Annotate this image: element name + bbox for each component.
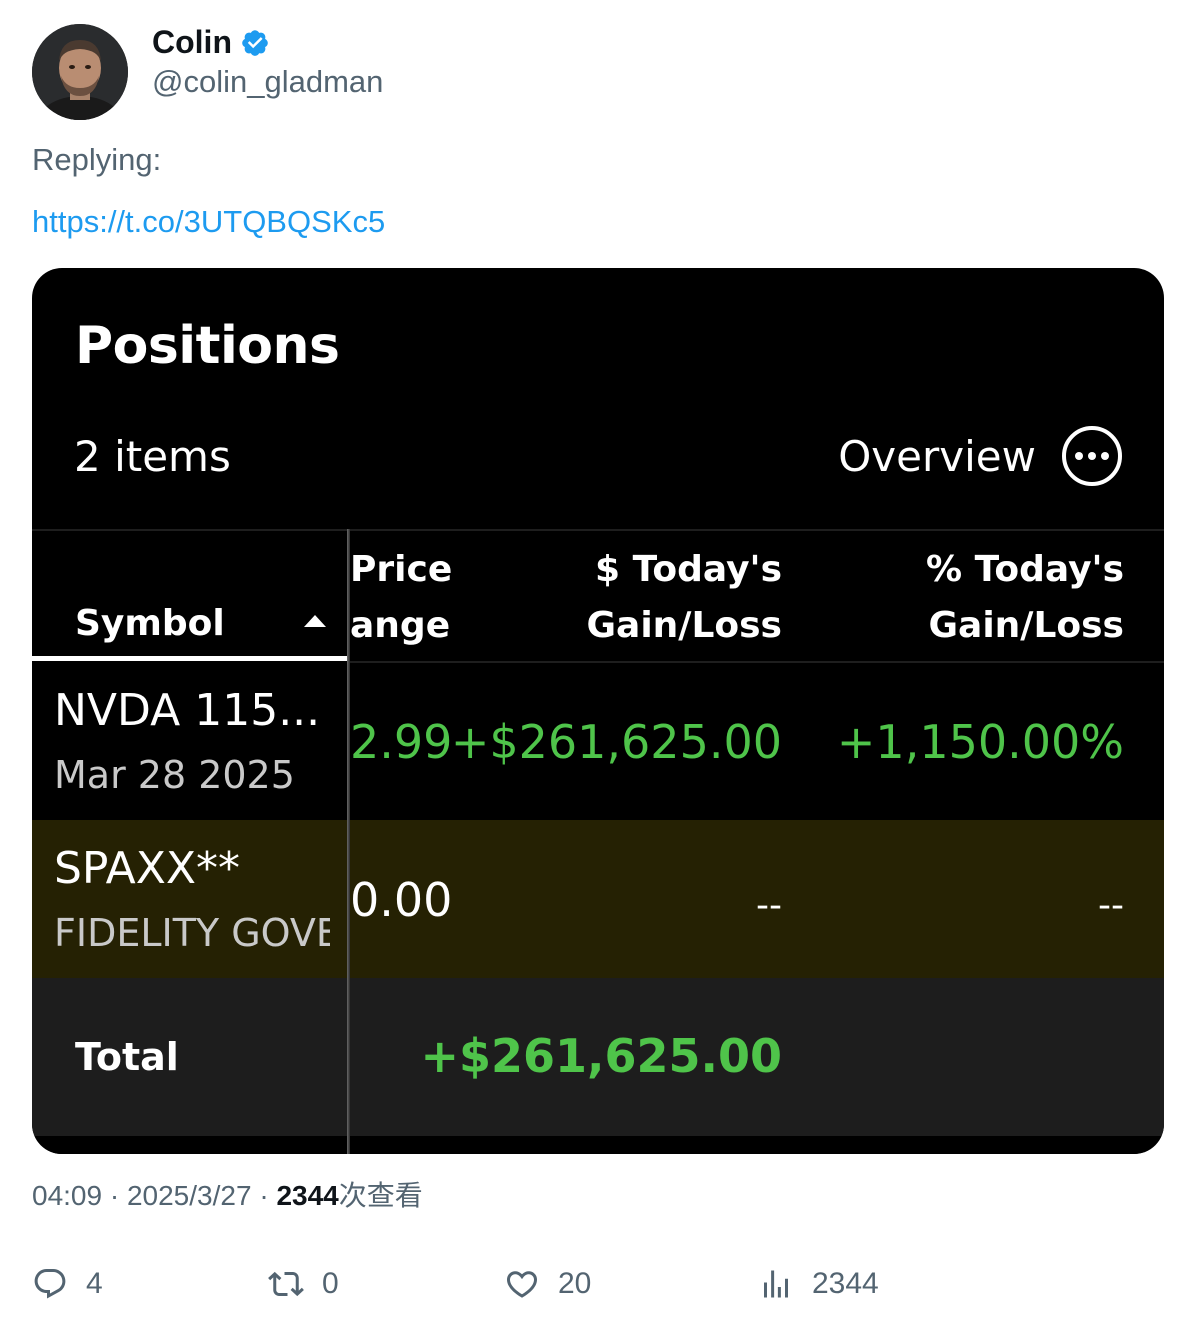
tweet-action-bar: 4 0 20 2344: [32, 1262, 1164, 1306]
tweet-media-image[interactable]: Positions 2 items Overview Symbol Price …: [32, 268, 1164, 1154]
column-header-dollar-gain: $ Today's Gain/Loss: [587, 542, 783, 654]
row-dollar-gain: +$261,625.00: [450, 715, 782, 769]
row-symbol: NVDA 115...: [54, 685, 321, 736]
meta-separator: ·: [109, 1180, 127, 1211]
column-header-symbol: Symbol: [75, 603, 225, 644]
price-header-line1: Price: [350, 549, 453, 590]
author-display-name[interactable]: Colin: [152, 22, 270, 62]
frozen-column-divider: [347, 529, 350, 1154]
like-button[interactable]: 20: [504, 1262, 591, 1306]
row-pct-gain: +1,150.00%: [836, 715, 1124, 769]
views-action-count: 2344: [812, 1267, 879, 1300]
table-row: SPAXX** FIDELITY GOVE 0.00 -- --: [32, 820, 1164, 978]
row-pct-gain: --: [1098, 885, 1124, 926]
total-dollar-gain: +$261,625.00: [420, 1029, 782, 1083]
retweet-icon: [268, 1271, 304, 1297]
symbol-sort-underline: [32, 656, 348, 661]
reply-button[interactable]: 4: [32, 1262, 103, 1306]
avatar[interactable]: [32, 24, 128, 120]
row-subtitle: Mar 28 2025: [54, 753, 295, 797]
views-count: 2344: [276, 1180, 339, 1211]
row-price-change: 0.00: [350, 873, 453, 927]
dollar-header-line2: Gain/Loss: [586, 605, 783, 646]
tweet-time[interactable]: 04:09: [32, 1180, 102, 1211]
replying-label: Replying:: [32, 142, 162, 177]
reply-icon: [34, 1269, 66, 1299]
views-button[interactable]: 2344: [758, 1262, 879, 1306]
author-name-text[interactable]: Colin: [152, 22, 232, 62]
total-label: Total: [75, 1035, 179, 1079]
items-count: 2 items: [74, 432, 231, 481]
column-header-divider: [348, 661, 1164, 663]
heart-icon: [506, 1271, 538, 1298]
column-header-pct-gain: % Today's Gain/Loss: [926, 542, 1124, 654]
meta-separator: ·: [259, 1180, 277, 1211]
table-bottom-edge: [32, 1136, 1164, 1154]
header-divider: [32, 529, 1164, 531]
retweet-button[interactable]: 0: [268, 1262, 339, 1306]
row-symbol: SPAXX**: [54, 843, 241, 894]
row-price-change: 2.99: [350, 715, 453, 769]
dollar-header-line1: $ Today's: [595, 549, 782, 590]
total-row: Total +$261,625.00: [32, 978, 1164, 1136]
price-header-line2: ange: [350, 605, 451, 646]
more-options-icon: [1062, 426, 1122, 486]
row-dollar-gain: --: [756, 885, 782, 926]
tweet-date[interactable]: 2025/3/27: [127, 1180, 252, 1211]
table-row: NVDA 115... Mar 28 2025 2.99 +$261,625.0…: [32, 664, 1164, 820]
row-subtitle: FIDELITY GOVE: [54, 911, 330, 955]
author-handle[interactable]: @colin_gladman: [152, 62, 383, 102]
pct-header-line2: Gain/Loss: [928, 605, 1125, 646]
verified-badge-icon: [240, 27, 270, 57]
tweet-meta: 04:09 · 2025/3/27 · 2344次查看: [32, 1177, 423, 1215]
column-header-price-change: Price ange: [350, 542, 452, 654]
like-count: 20: [558, 1267, 592, 1300]
tweet-link[interactable]: https://t.co/3UTQBQSKc5: [32, 202, 385, 242]
views-label: 次查看: [338, 1180, 423, 1211]
analytics-icon: [764, 1270, 788, 1298]
retweet-count: 0: [322, 1267, 339, 1300]
reply-count: 4: [86, 1267, 103, 1300]
sort-ascending-icon: [304, 615, 326, 627]
pct-header-line1: % Today's: [926, 549, 1124, 590]
overview-label: Overview: [838, 432, 1036, 481]
positions-title: Positions: [75, 316, 340, 376]
